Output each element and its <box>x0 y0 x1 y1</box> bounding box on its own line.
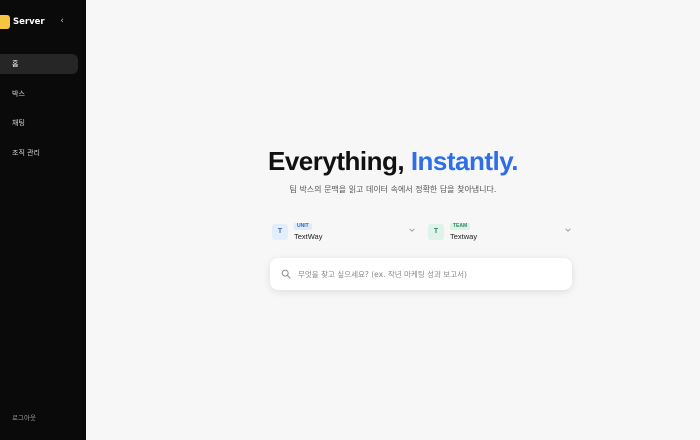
hero-subtitle: 팀 박스의 문맥을 읽고 데이터 속에서 정확한 답을 찾아냅니다. <box>289 185 497 194</box>
sidebar-item-home[interactable]: 홈 <box>0 54 78 74</box>
sidebar-nav: 홈 박스 채팅 조직 관리 <box>0 54 86 172</box>
chevron-down-icon[interactable] <box>564 226 572 236</box>
logout-link[interactable]: 로그아웃 <box>12 412 36 422</box>
sidebar: Server ‹ 홈 박스 채팅 조직 관리 로그아웃 <box>0 0 86 440</box>
search-icon <box>281 269 291 279</box>
sidebar-item-chat[interactable]: 채팅 <box>0 113 78 133</box>
sidebar-item-box[interactable]: 박스 <box>0 84 78 104</box>
main-content: Everything, Instantly. 팀 박스의 문맥을 읽고 데이터 … <box>86 0 700 440</box>
unit-badge: UNIT <box>294 223 312 230</box>
unit-selector-text: UNIT TextWay <box>294 223 322 241</box>
team-selector-text: TEAM Textway <box>450 223 477 241</box>
hero-title: Everything, Instantly. <box>86 146 700 177</box>
search-box[interactable] <box>270 258 572 290</box>
hero-title-accent: Instantly. <box>410 146 519 176</box>
unit-avatar-icon: T <box>272 224 288 240</box>
sidebar-item-org-management[interactable]: 조직 관리 <box>0 143 78 163</box>
chevron-down-icon[interactable] <box>408 226 416 236</box>
team-name: Textway <box>450 232 478 241</box>
chevron-left-icon[interactable]: ‹ <box>56 14 68 28</box>
hero-title-main: Everything, <box>267 146 405 176</box>
unit-selector[interactable]: T UNIT TextWay <box>272 220 416 244</box>
brand-logo-icon <box>0 15 10 29</box>
team-badge: TEAM <box>450 223 471 230</box>
search-input[interactable] <box>298 269 568 279</box>
brand[interactable]: Server <box>0 14 45 30</box>
team-selector[interactable]: T TEAM Textway <box>428 220 572 244</box>
team-avatar-icon: T <box>428 224 444 240</box>
unit-name: TextWay <box>294 232 323 241</box>
brand-name: Server <box>13 17 45 27</box>
